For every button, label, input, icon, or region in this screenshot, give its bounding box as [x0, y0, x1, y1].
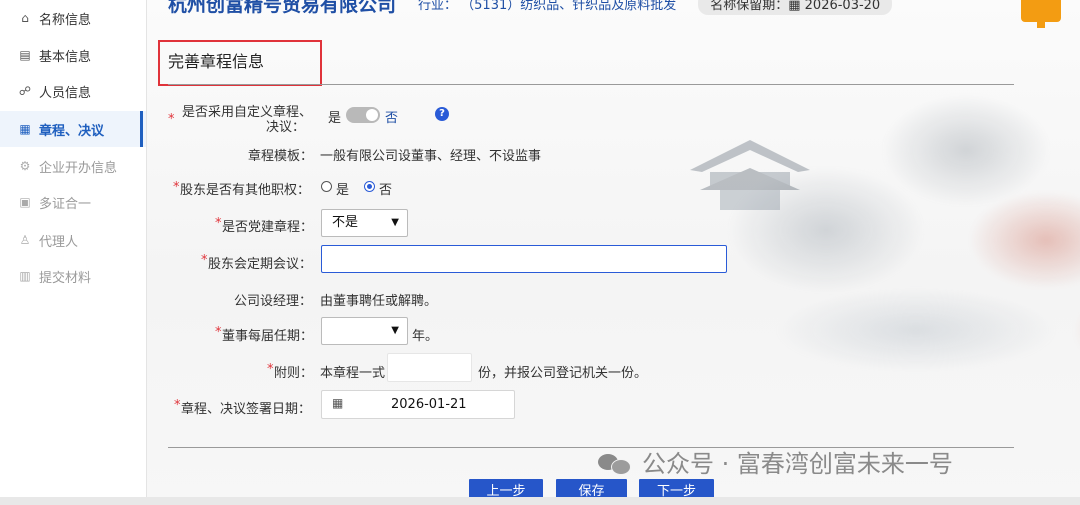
sign-date-input[interactable]: ▦ 2026-01-21 — [321, 390, 515, 419]
required-mark: * — [215, 325, 222, 340]
calendar-icon: ▦ — [332, 396, 344, 410]
party-charter-select[interactable]: 不是 ▼ — [321, 209, 408, 237]
appendix-suffix: 份，并报公司登记机关一份。 — [478, 366, 648, 381]
card-icon: ▣ — [19, 195, 31, 209]
custom-charter-toggle[interactable] — [346, 107, 380, 123]
sidebar-item-label: 企业开办信息 — [39, 160, 118, 176]
radio-no-label: 否 — [379, 183, 393, 198]
highlight-box — [158, 40, 322, 86]
sidebar-item-basic-info[interactable]: ▤ 基本信息 — [0, 37, 146, 73]
director-term-select[interactable]: ▼ — [321, 317, 408, 345]
shareholder-meeting-input[interactable] — [321, 245, 727, 273]
appendix-prefix: 本章程一式 — [320, 366, 386, 381]
help-icon[interactable]: ? — [435, 107, 449, 121]
required-mark: * — [201, 253, 208, 268]
copies-input[interactable] — [387, 353, 472, 382]
monitor-icon[interactable] — [1021, 0, 1061, 28]
custom-charter-label-2: 决议： — [266, 120, 306, 135]
wechat-icon — [598, 450, 632, 475]
required-mark: * — [215, 216, 222, 231]
template-value: 一般有限公司设董事、经理、不设监事 — [320, 149, 542, 164]
term-unit: 年。 — [412, 329, 439, 344]
list-icon: ▤ — [19, 48, 31, 62]
sidebar-item-personnel[interactable]: ☍ 人员信息 — [0, 73, 146, 109]
appendix-label: 附则： — [274, 366, 314, 381]
sidebar-item-label: 提交材料 — [39, 270, 92, 286]
radio-yes-label: 是 — [336, 183, 350, 198]
shareholder-powers-yes-radio[interactable] — [321, 181, 332, 192]
watermark-text: 公众号 · 富春湾创富未来一号 — [642, 450, 953, 478]
chevron-down-icon: ▼ — [391, 217, 399, 228]
sidebar-item-label: 人员信息 — [39, 85, 92, 101]
party-charter-label: 是否党建章程： — [222, 220, 314, 235]
sidebar-item-label: 代理人 — [39, 234, 79, 250]
sidebar-item-label: 名称信息 — [39, 12, 92, 28]
person-icon: ♙ — [19, 233, 31, 247]
upload-icon: ▥ — [19, 269, 31, 283]
party-charter-value: 不是 — [332, 215, 359, 230]
company-name: 杭州创富精号贸易有限公司 — [168, 0, 397, 16]
name-reserve-badge: 名称保留期：▦ 2026-03-20 — [698, 0, 893, 15]
people-icon: ☍ — [18, 84, 32, 98]
sign-date-value: 2026-01-21 — [391, 397, 467, 412]
background-scenery — [666, 30, 1080, 460]
manager-value: 由董事聘任或解聘。 — [320, 294, 438, 309]
gear-icon: ⚙ — [19, 159, 31, 173]
watermark: 公众号 · 富春湾创富未来一号 — [598, 444, 953, 479]
document-icon: ▦ — [19, 122, 31, 136]
sidebar-item-agent[interactable]: ♙ 代理人 — [0, 222, 146, 258]
template-label: 章程模板： — [248, 149, 314, 164]
sign-date-label: 章程、决议签署日期： — [181, 402, 312, 417]
sidebar-item-charter[interactable]: ▦ 章程、决议 — [0, 111, 146, 147]
required-mark: * — [174, 398, 181, 413]
industry-info: 行业： （5131）纺织品、针织品及原料批发 — [418, 0, 677, 13]
chevron-down-icon: ▼ — [391, 325, 399, 336]
sidebar-item-label: 章程、决议 — [39, 123, 105, 139]
required-mark: * — [173, 180, 180, 195]
sidebar-item-submit-materials[interactable]: ▥ 提交材料 — [0, 258, 146, 294]
sidebar-item-multi-cert[interactable]: ▣ 多证合一 — [0, 184, 146, 220]
director-term-label: 董事每届任期： — [222, 329, 314, 344]
toggle-yes-label: 是 — [328, 111, 342, 126]
shareholder-powers-no-radio[interactable] — [364, 181, 375, 192]
toggle-no-label: 否 — [385, 111, 399, 126]
sidebar-item-enterprise-opening[interactable]: ⚙ 企业开办信息 — [0, 148, 146, 184]
sidebar: ⌂ 名称信息 ▤ 基本信息 ☍ 人员信息 ▦ 章程、决议 ⚙ 企业开办信息 ▣ … — [0, 0, 147, 505]
required-mark: * — [267, 362, 274, 377]
manager-label: 公司设经理： — [234, 294, 313, 309]
sidebar-item-name-info[interactable]: ⌂ 名称信息 — [0, 0, 146, 36]
title-divider — [168, 84, 1014, 85]
page-header: 杭州创富精号贸易有限公司 行业： （5131）纺织品、针织品及原料批发 名称保留… — [168, 0, 893, 16]
building-icon: ⌂ — [21, 11, 29, 25]
shareholder-meeting-label: 股东会定期会议： — [208, 257, 313, 272]
sidebar-item-label: 基本信息 — [39, 49, 92, 65]
required-mark: * — [168, 112, 175, 127]
shareholder-powers-label: 股东是否有其他职权： — [180, 183, 311, 198]
pagoda-illustration — [690, 140, 810, 210]
horizontal-scrollbar[interactable] — [0, 497, 1080, 505]
sidebar-item-label: 多证合一 — [39, 196, 92, 212]
